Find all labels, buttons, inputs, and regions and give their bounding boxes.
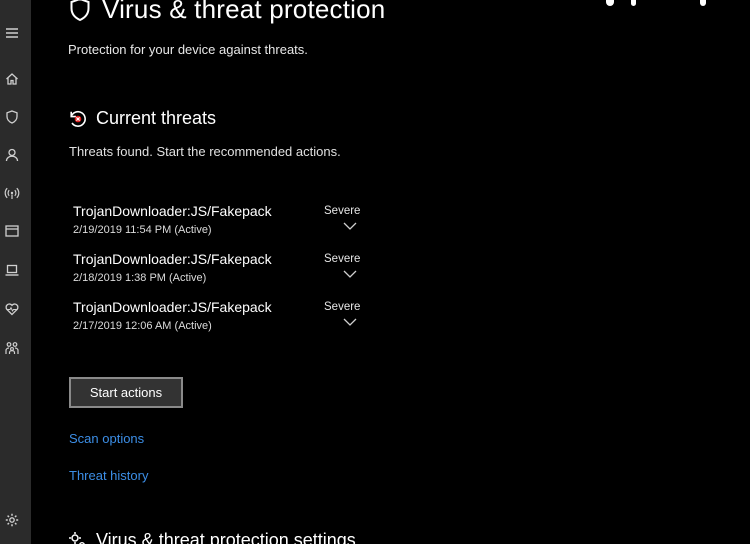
chevron-down-icon[interactable] <box>342 269 358 279</box>
threat-row[interactable]: TrojanDownloader:JS/Fakepack 2/17/2019 1… <box>73 299 373 341</box>
nav-rail <box>0 0 31 544</box>
threat-severity: Severe <box>324 205 361 217</box>
page-title-text: Virus & threat protection <box>102 0 386 24</box>
threat-name: TrojanDownloader:JS/Fakepack <box>73 299 272 315</box>
browser-icon[interactable] <box>3 222 21 240</box>
security-window: Virus & threat protection Protection for… <box>0 0 750 544</box>
threat-date: 2/18/2019 1:38 PM (Active) <box>73 272 207 284</box>
settings-gear-icon <box>69 531 85 544</box>
threat-scan-icon <box>70 110 86 127</box>
wifi-icon[interactable] <box>3 184 21 202</box>
main-content: Virus & threat protection Protection for… <box>31 0 750 544</box>
settings-section-title: Virus & threat protection settings <box>96 530 356 544</box>
current-threats-description: Threats found. Start the recommended act… <box>69 144 341 159</box>
current-threats-title: Current threats <box>96 108 217 128</box>
threat-name: TrojanDownloader:JS/Fakepack <box>73 203 272 219</box>
scan-options-link[interactable]: Scan options <box>69 431 144 446</box>
page-title: Virus & threat protection <box>68 0 385 25</box>
laptop-icon[interactable] <box>3 261 21 279</box>
settings-section-heading: Virus & threat protection settings <box>68 530 356 544</box>
chevron-down-icon[interactable] <box>342 317 358 327</box>
gear-icon[interactable] <box>3 511 21 529</box>
person-icon[interactable] <box>3 146 21 164</box>
threat-date: 2/19/2019 11:54 PM (Active) <box>73 224 212 236</box>
chevron-down-icon[interactable] <box>342 221 358 231</box>
threat-row[interactable]: TrojanDownloader:JS/Fakepack 2/18/2019 1… <box>73 251 373 293</box>
shield-icon[interactable] <box>3 108 21 126</box>
page-subtitle: Protection for your device against threa… <box>68 42 308 57</box>
threat-history-link[interactable]: Threat history <box>69 468 148 483</box>
heart-icon[interactable] <box>3 300 21 318</box>
threat-date: 2/17/2019 12:06 AM (Active) <box>73 320 212 332</box>
home-icon[interactable] <box>3 70 21 88</box>
threat-severity: Severe <box>324 253 361 265</box>
current-threats-heading: Current threats <box>68 108 216 129</box>
hamburger-icon[interactable] <box>3 24 21 42</box>
family-icon[interactable] <box>3 339 21 357</box>
threat-name: TrojanDownloader:JS/Fakepack <box>73 251 272 267</box>
shield-outline-icon <box>70 0 90 21</box>
threat-severity: Severe <box>324 301 361 313</box>
start-actions-button[interactable]: Start actions <box>69 377 183 408</box>
threat-row[interactable]: TrojanDownloader:JS/Fakepack 2/19/2019 1… <box>73 203 373 245</box>
